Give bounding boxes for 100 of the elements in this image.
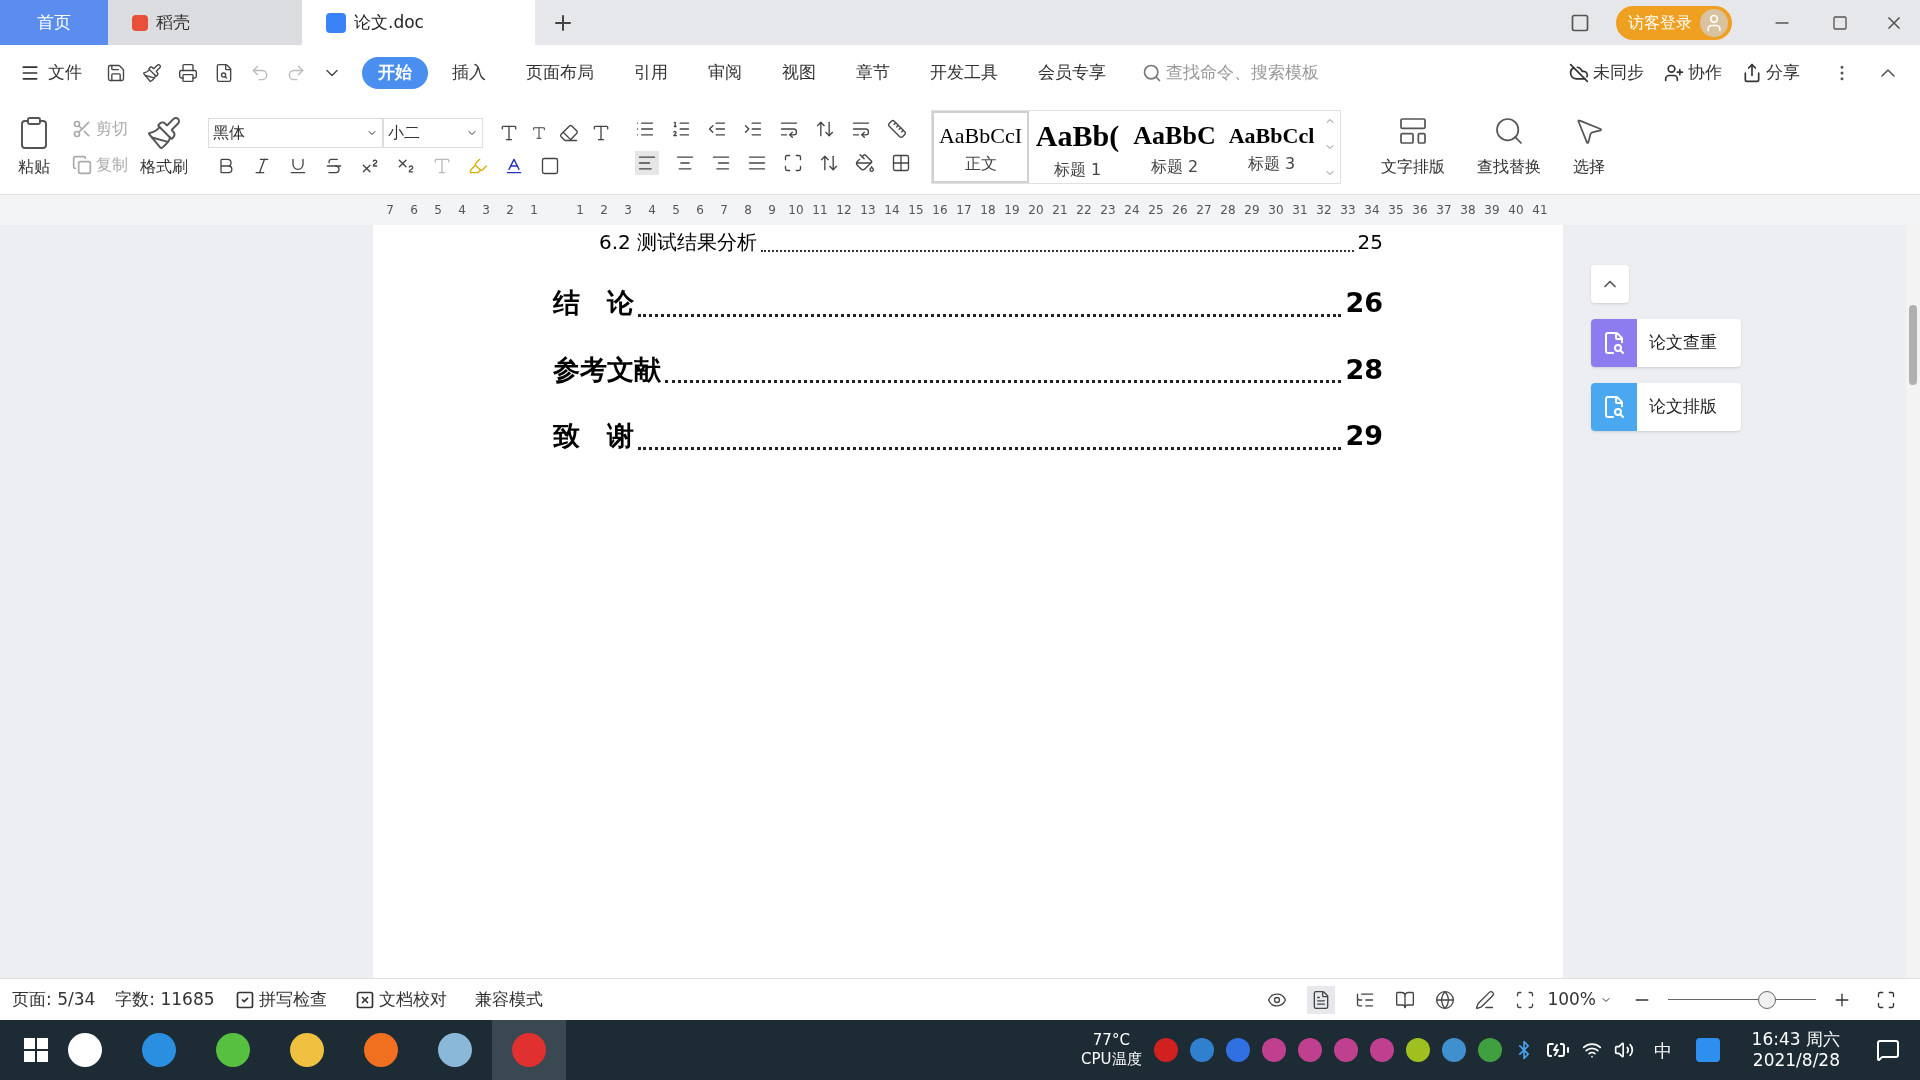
find-replace-button[interactable]: 查找替换 xyxy=(1477,115,1541,179)
tray-app-icon[interactable] xyxy=(1297,1038,1322,1062)
zoom-slider[interactable] xyxy=(1668,990,1816,1009)
clock-time[interactable]: 16:43 周六 xyxy=(1751,1028,1840,1050)
tray-app-icon[interactable] xyxy=(1369,1038,1394,1062)
ruler-number: 10 xyxy=(787,202,805,219)
char-border-icon[interactable] xyxy=(540,156,560,176)
ribbon-tab[interactable]: 章节 xyxy=(840,56,906,89)
ruler-number: 4 xyxy=(647,202,657,219)
ruler-number: 28 xyxy=(1219,202,1237,219)
windows-start-icon[interactable] xyxy=(24,1038,48,1062)
toolbar-action[interactable]: 分享 xyxy=(1742,59,1800,86)
proofread-button[interactable]: 文档校对 xyxy=(354,986,447,1013)
toc-page-number: 29 xyxy=(1345,419,1383,453)
tray-app-icon[interactable] xyxy=(1225,1038,1250,1062)
ruler-number: 13 xyxy=(859,202,877,219)
shading-icon[interactable] xyxy=(855,153,875,173)
subscript-icon[interactable] xyxy=(396,156,416,176)
web-view-icon[interactable] xyxy=(1435,989,1456,1010)
ribbon-tab[interactable]: 插入 xyxy=(436,56,502,89)
word-count[interactable]: 字数: 11685 xyxy=(115,986,215,1013)
ruler-number: 39 xyxy=(1483,202,1501,219)
toolbar-action[interactable]: 未同步 xyxy=(1569,59,1644,86)
print-icon[interactable] xyxy=(178,62,198,83)
style-preset[interactable]: AaBb( 标题 1 xyxy=(1029,111,1126,183)
format-painter-button[interactable]: 格式刷 xyxy=(140,115,188,179)
border-icon[interactable] xyxy=(891,153,911,173)
sort-icon[interactable] xyxy=(815,119,835,139)
page-indicator[interactable]: 页面: 5/34 xyxy=(12,986,96,1013)
tray-app-icon[interactable] xyxy=(1189,1038,1214,1062)
ruler-number: 12 xyxy=(835,202,853,219)
ruler-icon[interactable] xyxy=(887,119,907,139)
font-size-select[interactable]: 小二 xyxy=(383,118,483,148)
avatar-icon xyxy=(1700,8,1728,37)
ruler-number: 11 xyxy=(811,202,829,219)
wifi-icon[interactable] xyxy=(1581,1040,1602,1060)
text-layout-button[interactable]: 文字排版 xyxy=(1381,115,1445,179)
search-field[interactable]: 查找命令、搜索模板 xyxy=(1142,59,1342,86)
tray-app-icon[interactable] xyxy=(1477,1038,1502,1062)
save-icon[interactable] xyxy=(106,62,126,83)
tray-app-icon[interactable] xyxy=(1695,1038,1720,1062)
zoom-slider-thumb[interactable] xyxy=(1758,990,1777,1009)
ruler-number: 9 xyxy=(767,202,777,219)
toc-entry-title: 参考文献 xyxy=(553,352,661,387)
select-button[interactable]: 选择 xyxy=(1573,115,1605,179)
cloud-icon xyxy=(1569,62,1589,83)
font-select[interactable]: 黑体 xyxy=(208,118,383,148)
tray-app-icon[interactable] xyxy=(1441,1038,1466,1062)
ruler-number: 40 xyxy=(1507,202,1525,219)
font-color-icon[interactable] xyxy=(504,156,524,176)
tab-label: 稻壳 xyxy=(156,10,190,34)
underline-icon[interactable] xyxy=(288,156,308,176)
notification-icon[interactable] xyxy=(1876,1038,1900,1062)
ruler-number: 14 xyxy=(883,202,901,219)
scrollbar[interactable] xyxy=(1906,225,1920,978)
side-panel-button[interactable]: 论文查重 xyxy=(1591,319,1741,367)
line-spacing-icon[interactable] xyxy=(819,153,839,173)
tray-app-icon[interactable] xyxy=(1405,1038,1430,1062)
ribbon-tab[interactable]: 会员专享 xyxy=(1022,56,1122,89)
ruler-number: 38 xyxy=(1459,202,1477,219)
zoom-select[interactable]: 100% xyxy=(1547,986,1612,1013)
tray-app-icon[interactable] xyxy=(1261,1038,1286,1062)
ruler-number: 15 xyxy=(907,202,925,219)
spell-check-button[interactable]: 拼写检查 xyxy=(234,986,327,1013)
style-preset[interactable]: AaBbCcl 标题 3 xyxy=(1223,111,1320,183)
ribbon-tab[interactable]: 视图 xyxy=(766,56,832,89)
side-panel-button[interactable]: 论文排版 xyxy=(1591,383,1741,431)
clock-date[interactable]: 2021/8/28 xyxy=(1752,1050,1840,1072)
share-icon xyxy=(1742,62,1762,83)
strikethrough-icon[interactable] xyxy=(324,156,344,176)
ruler-number: 3 xyxy=(481,202,491,219)
ribbon-tab[interactable]: 开发工具 xyxy=(914,56,1014,89)
file-menu[interactable]: 文件 xyxy=(20,59,82,86)
ruler-number: 3 xyxy=(623,202,633,219)
pen-icon[interactable] xyxy=(1475,989,1496,1010)
ribbon-tab[interactable]: 审阅 xyxy=(692,56,758,89)
ruler-number: 2 xyxy=(505,202,515,219)
restore-icon[interactable] xyxy=(1832,14,1848,31)
fit-page-icon[interactable] xyxy=(1515,989,1536,1010)
ribbon-tab[interactable]: 引用 xyxy=(618,56,684,89)
style-preset[interactable]: AaBbCcI 正文 xyxy=(932,111,1029,183)
ribbon-tab[interactable]: 页面布局 xyxy=(510,56,610,89)
volume-icon[interactable] xyxy=(1613,1040,1634,1060)
toolbar-action[interactable]: 协作 xyxy=(1664,59,1722,86)
tray-app-icon[interactable] xyxy=(1333,1038,1358,1062)
paste-button[interactable]: 粘贴 xyxy=(16,115,52,179)
document-tab[interactable]: 论文.doc xyxy=(302,0,535,45)
ruler-number: 1 xyxy=(575,202,585,219)
fullscreen-icon[interactable] xyxy=(1876,989,1896,1010)
ruler-number: 36 xyxy=(1411,202,1429,219)
eraser-icon[interactable] xyxy=(559,123,579,143)
input-method-indicator[interactable]: 中 xyxy=(1653,1036,1672,1064)
reading-view-icon[interactable] xyxy=(1395,989,1416,1010)
numbered-list-icon[interactable] xyxy=(671,119,691,139)
ruler-number: 1 xyxy=(529,202,539,219)
document-tab[interactable]: 稻壳 xyxy=(108,0,302,45)
brush-icon[interactable] xyxy=(142,62,162,83)
style-preset[interactable]: AaBbC 标题 2 xyxy=(1126,111,1223,183)
ruler-number: 37 xyxy=(1435,202,1453,219)
preview-icon[interactable] xyxy=(214,62,234,83)
